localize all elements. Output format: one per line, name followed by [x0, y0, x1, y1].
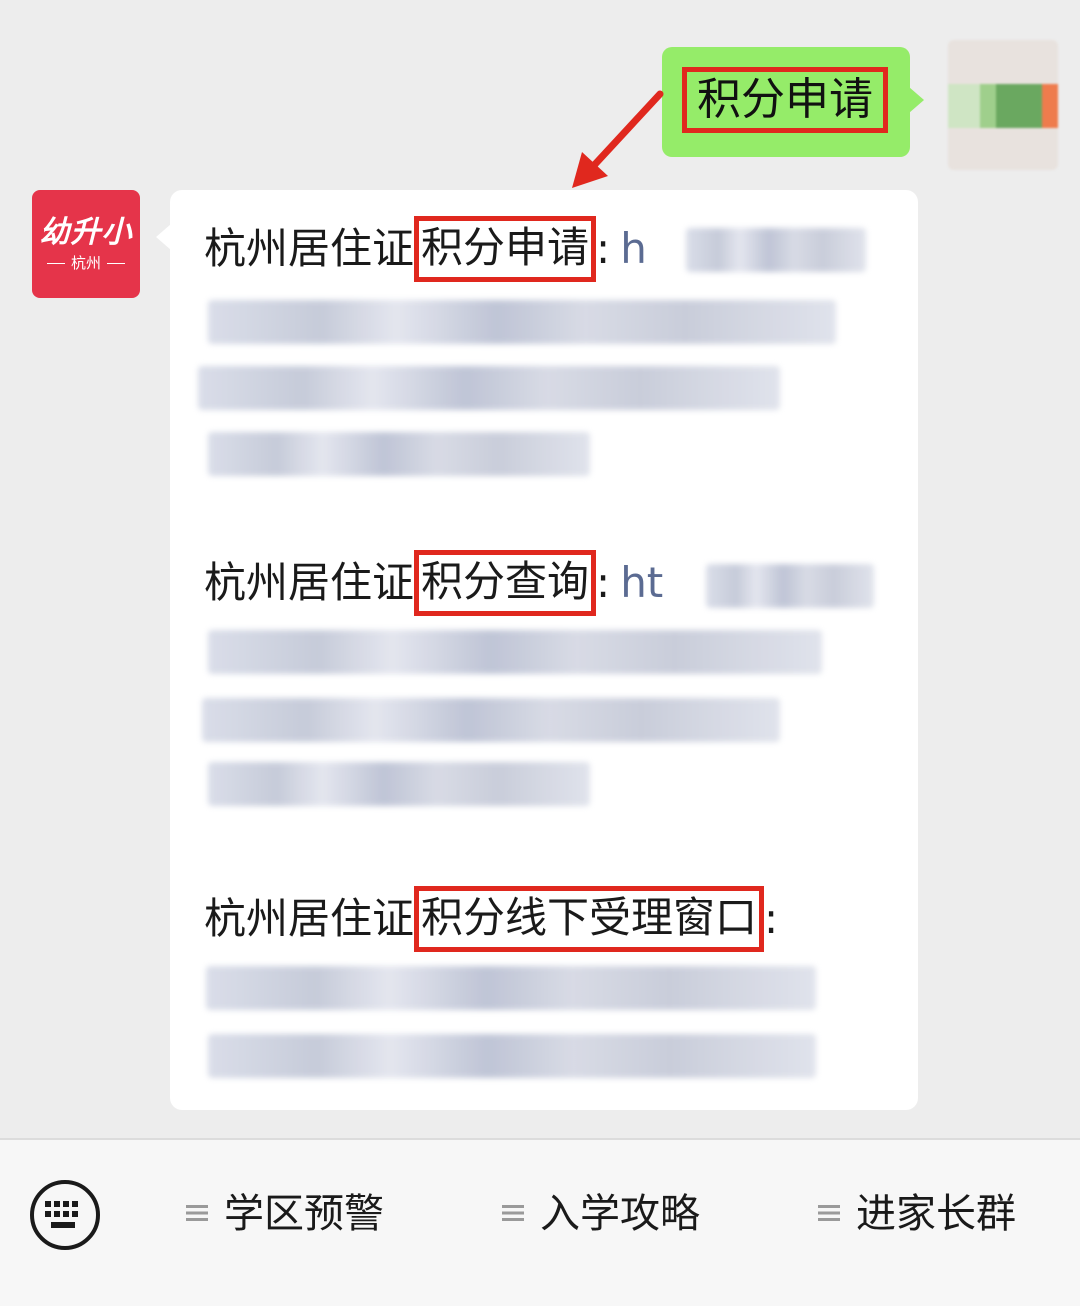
- highlight-query: 积分查询: [414, 549, 597, 616]
- keyboard-toggle-button[interactable]: [30, 1180, 100, 1250]
- redacted-url: [198, 366, 780, 410]
- highlight-office: 积分线下受理窗口: [414, 885, 765, 952]
- avatar-logo-sub: 杭州: [32, 252, 140, 274]
- message-colon: :: [596, 224, 611, 273]
- apply-link[interactable]: h: [620, 218, 647, 280]
- chat-area: 积分申请 幼升小 杭州 杭州居住证 积分申请: h 杭州居住证 积分查询: ht 杭州居…: [0, 0, 1080, 1138]
- keyboard-icon: [45, 1201, 78, 1228]
- query-link[interactable]: ht: [620, 552, 663, 614]
- highlight-apply: 积分申请: [414, 215, 597, 282]
- message-prefix: 杭州居住证: [204, 558, 415, 607]
- menu-item-label: 入学攻略: [540, 1191, 700, 1237]
- message-prefix: 杭州居住证: [204, 224, 415, 273]
- menu-lines-icon: [186, 1205, 208, 1221]
- menu-lines-icon: [818, 1205, 840, 1221]
- redacted-url: [706, 564, 874, 608]
- redacted-url: [208, 432, 590, 476]
- message-colon: :: [596, 558, 611, 607]
- outgoing-message-bubble[interactable]: 积分申请: [662, 47, 924, 157]
- redacted-url: [208, 1034, 816, 1078]
- redacted-url: [686, 228, 866, 272]
- message-line-office: 杭州居住证 积分线下受理窗口:: [204, 885, 788, 952]
- redacted-url: [208, 300, 836, 344]
- bottom-menu-bar: 学区预警 入学攻略 进家长群: [0, 1138, 1080, 1306]
- message-prefix: 杭州居住证: [204, 894, 415, 943]
- red-arrow-icon: [572, 90, 664, 188]
- bot-avatar[interactable]: 幼升小 杭州: [32, 190, 140, 298]
- message-line-apply: 杭州居住证 积分申请: h: [204, 215, 647, 282]
- menu-item-label: 学区预警: [224, 1191, 384, 1237]
- redacted-url: [208, 630, 822, 674]
- avatar-logo-main: 幼升小: [39, 215, 133, 250]
- incoming-message-bubble[interactable]: 杭州居住证 积分申请: h 杭州居住证 积分查询: ht 杭州居住证 积分线下受理窗口:: [156, 190, 918, 1110]
- menu-item-label: 进家长群: [856, 1191, 1016, 1237]
- menu-item-school-district-alert[interactable]: 学区预警: [186, 1184, 384, 1244]
- my-avatar[interactable]: [948, 40, 1058, 170]
- message-colon: :: [764, 894, 779, 943]
- menu-lines-icon: [502, 1205, 524, 1221]
- outgoing-message-text: 积分申请: [682, 67, 888, 133]
- redacted-url: [208, 762, 590, 806]
- message-line-query: 杭州居住证 积分查询: ht: [204, 549, 663, 616]
- redacted-url: [206, 966, 816, 1010]
- menu-item-join-parent-group[interactable]: 进家长群: [818, 1184, 1016, 1244]
- redacted-url: [202, 698, 780, 742]
- menu-item-admission-guide[interactable]: 入学攻略: [502, 1184, 700, 1244]
